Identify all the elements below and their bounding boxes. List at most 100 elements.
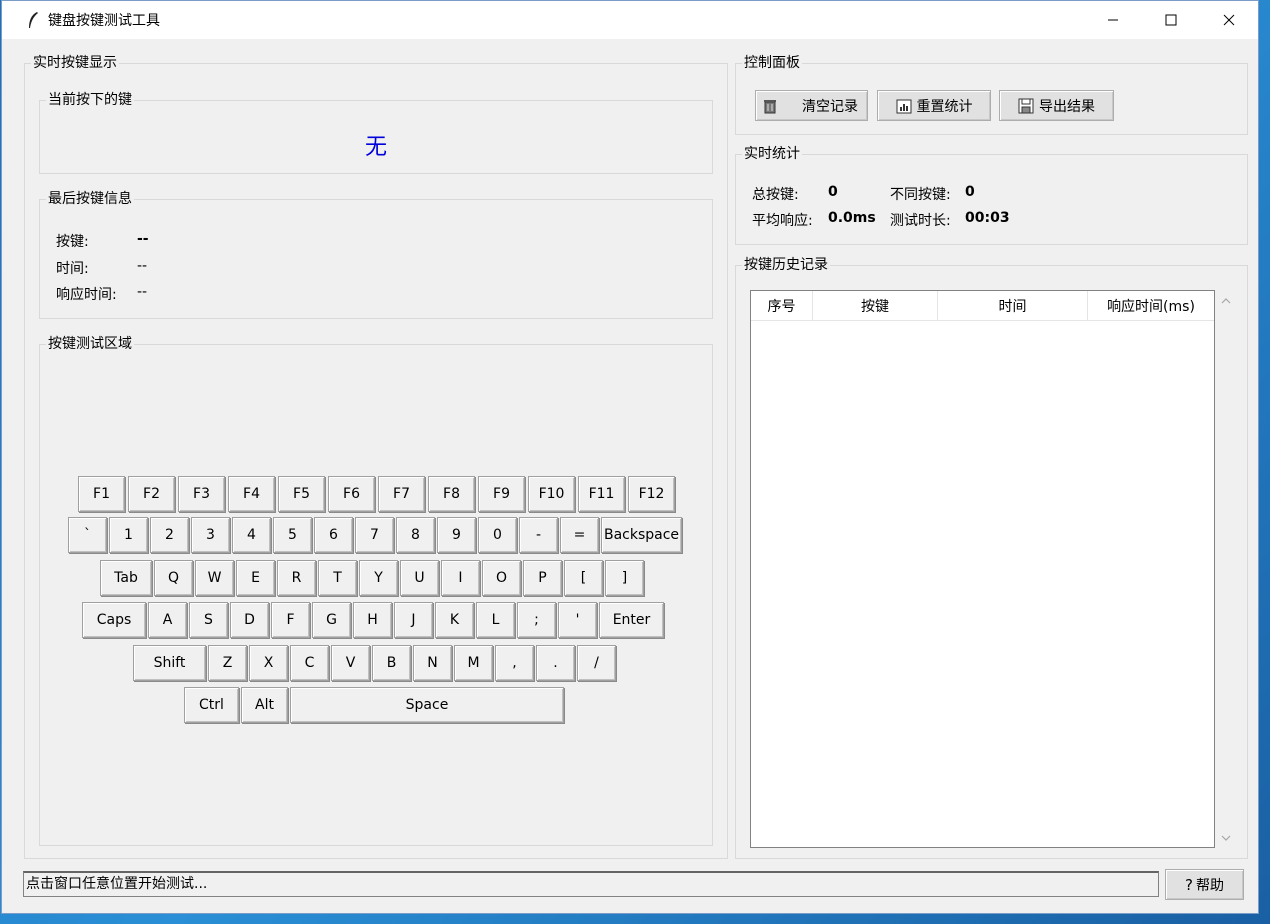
key-sym4-9[interactable]: . [536,645,575,681]
clear-button[interactable]: 清空记录 [755,90,868,121]
key-r[interactable]: R [277,560,316,596]
status-text: 点击窗口任意位置开始测试... [23,871,1159,897]
stats-total-label: 总按键: [752,187,799,203]
minimize-icon [1108,19,1118,21]
key-sym3-11[interactable]: ' [558,602,597,638]
stats-duration-value: 00:03 [965,210,1010,226]
key-f9[interactable]: F9 [478,476,525,512]
history-scrollbar[interactable] [1217,290,1234,848]
key-space[interactable]: Space [290,687,564,723]
key-f4[interactable]: F4 [228,476,275,512]
key-backspace[interactable]: Backspace [601,517,682,553]
minimize-button[interactable] [1084,1,1142,39]
stats-avg-value: 0.0ms [828,210,876,226]
key-i[interactable]: I [441,560,480,596]
keyboard-frame: 按键测试区域 F1 F2 F3 F4 F5 F6 F7 F8 F9 F10 F11 F12 ` 1 2 3 4 5… [39,336,713,846]
key-sym4-8[interactable]: , [495,645,534,681]
column-header-index[interactable]: 序号 [751,291,813,321]
key-y[interactable]: Y [359,560,398,596]
key-k[interactable]: K [435,602,474,638]
key-p[interactable]: P [523,560,562,596]
export-button-label: 导出结果 [1039,98,1095,115]
key-0[interactable]: 0 [478,517,517,553]
key-sym3-10[interactable]: ; [517,602,556,638]
key-f11[interactable]: F11 [578,476,625,512]
key-shift[interactable]: Shift [133,645,206,681]
window-title: 键盘按键测试工具 [48,13,160,29]
key-sym2-11[interactable]: [ [564,560,603,596]
current-key-label: 当前按下的键 [46,92,134,108]
key-f[interactable]: F [271,602,310,638]
key-z[interactable]: Z [208,645,247,681]
key-f8[interactable]: F8 [428,476,475,512]
column-header-response[interactable]: 响应时间(ms) [1088,291,1214,321]
key-9[interactable]: 9 [437,517,476,553]
key-l[interactable]: L [476,602,515,638]
key-f10[interactable]: F10 [528,476,575,512]
key-1[interactable]: 1 [109,517,148,553]
question-icon: ? [1185,875,1193,894]
key-h[interactable]: H [353,602,392,638]
key-caps[interactable]: Caps [82,602,146,638]
stats-total-value: 0 [828,184,838,200]
help-button[interactable]: ? 帮助 [1165,869,1244,900]
key-b[interactable]: B [372,645,411,681]
key-4[interactable]: 4 [232,517,271,553]
reset-button-label: 重置统计 [916,98,973,115]
key-f12[interactable]: F12 [628,476,675,512]
key-n[interactable]: N [413,645,452,681]
export-button[interactable]: 导出结果 [999,90,1114,121]
key-tab[interactable]: Tab [100,560,152,596]
app-window: 键盘按键测试工具 实时按键显示 当前按下的键 无 最后按键信息 按键: -- 时… [1,0,1259,914]
scroll-down-icon[interactable] [1217,829,1234,846]
key-5[interactable]: 5 [273,517,312,553]
key-sym4-10[interactable]: / [577,645,616,681]
scroll-up-icon[interactable] [1217,292,1234,309]
key-f3[interactable]: F3 [178,476,225,512]
key-6[interactable]: 6 [314,517,353,553]
history-table[interactable]: 序号 按键 时间 响应时间(ms) [750,290,1215,848]
close-button[interactable] [1200,1,1258,39]
key-2[interactable]: 2 [150,517,189,553]
key-e[interactable]: E [236,560,275,596]
stats-avg-label: 平均响应: [752,213,813,229]
key-m[interactable]: M [454,645,493,681]
help-button-label: 帮助 [1195,877,1224,894]
key-q[interactable]: Q [154,560,193,596]
key-ctrl[interactable]: Ctrl [184,687,239,723]
key-o[interactable]: O [482,560,521,596]
key-sym1-0[interactable]: ` [68,517,107,553]
column-header-key[interactable]: 按键 [813,291,938,321]
key-f5[interactable]: F5 [278,476,325,512]
key-j[interactable]: J [394,602,433,638]
key-alt[interactable]: Alt [241,687,288,723]
maximize-button[interactable] [1142,1,1200,39]
key-enter[interactable]: Enter [599,602,664,638]
key-g[interactable]: G [312,602,351,638]
key-a[interactable]: A [148,602,187,638]
key-f7[interactable]: F7 [378,476,425,512]
key-u[interactable]: U [400,560,439,596]
key-c[interactable]: C [290,645,329,681]
key-s[interactable]: S [189,602,228,638]
key-t[interactable]: T [318,560,357,596]
key-f6[interactable]: F6 [328,476,375,512]
feather-icon [24,11,42,29]
key-8[interactable]: 8 [396,517,435,553]
reset-button[interactable]: 重置统计 [877,90,991,121]
key-3[interactable]: 3 [191,517,230,553]
key-sym1-11[interactable]: - [519,517,558,553]
key-7[interactable]: 7 [355,517,394,553]
last-key-response-label: 响应时间: [56,287,117,303]
key-v[interactable]: V [331,645,370,681]
stats-unique-value: 0 [965,184,975,200]
key-sym2-12[interactable]: ] [605,560,644,596]
last-key-key-label: 按键: [56,234,89,250]
key-w[interactable]: W [195,560,234,596]
key-f1[interactable]: F1 [78,476,125,512]
key-x[interactable]: X [249,645,288,681]
key-f2[interactable]: F2 [128,476,175,512]
column-header-time[interactable]: 时间 [938,291,1088,321]
key-sym1-12[interactable]: = [560,517,599,553]
key-d[interactable]: D [230,602,269,638]
